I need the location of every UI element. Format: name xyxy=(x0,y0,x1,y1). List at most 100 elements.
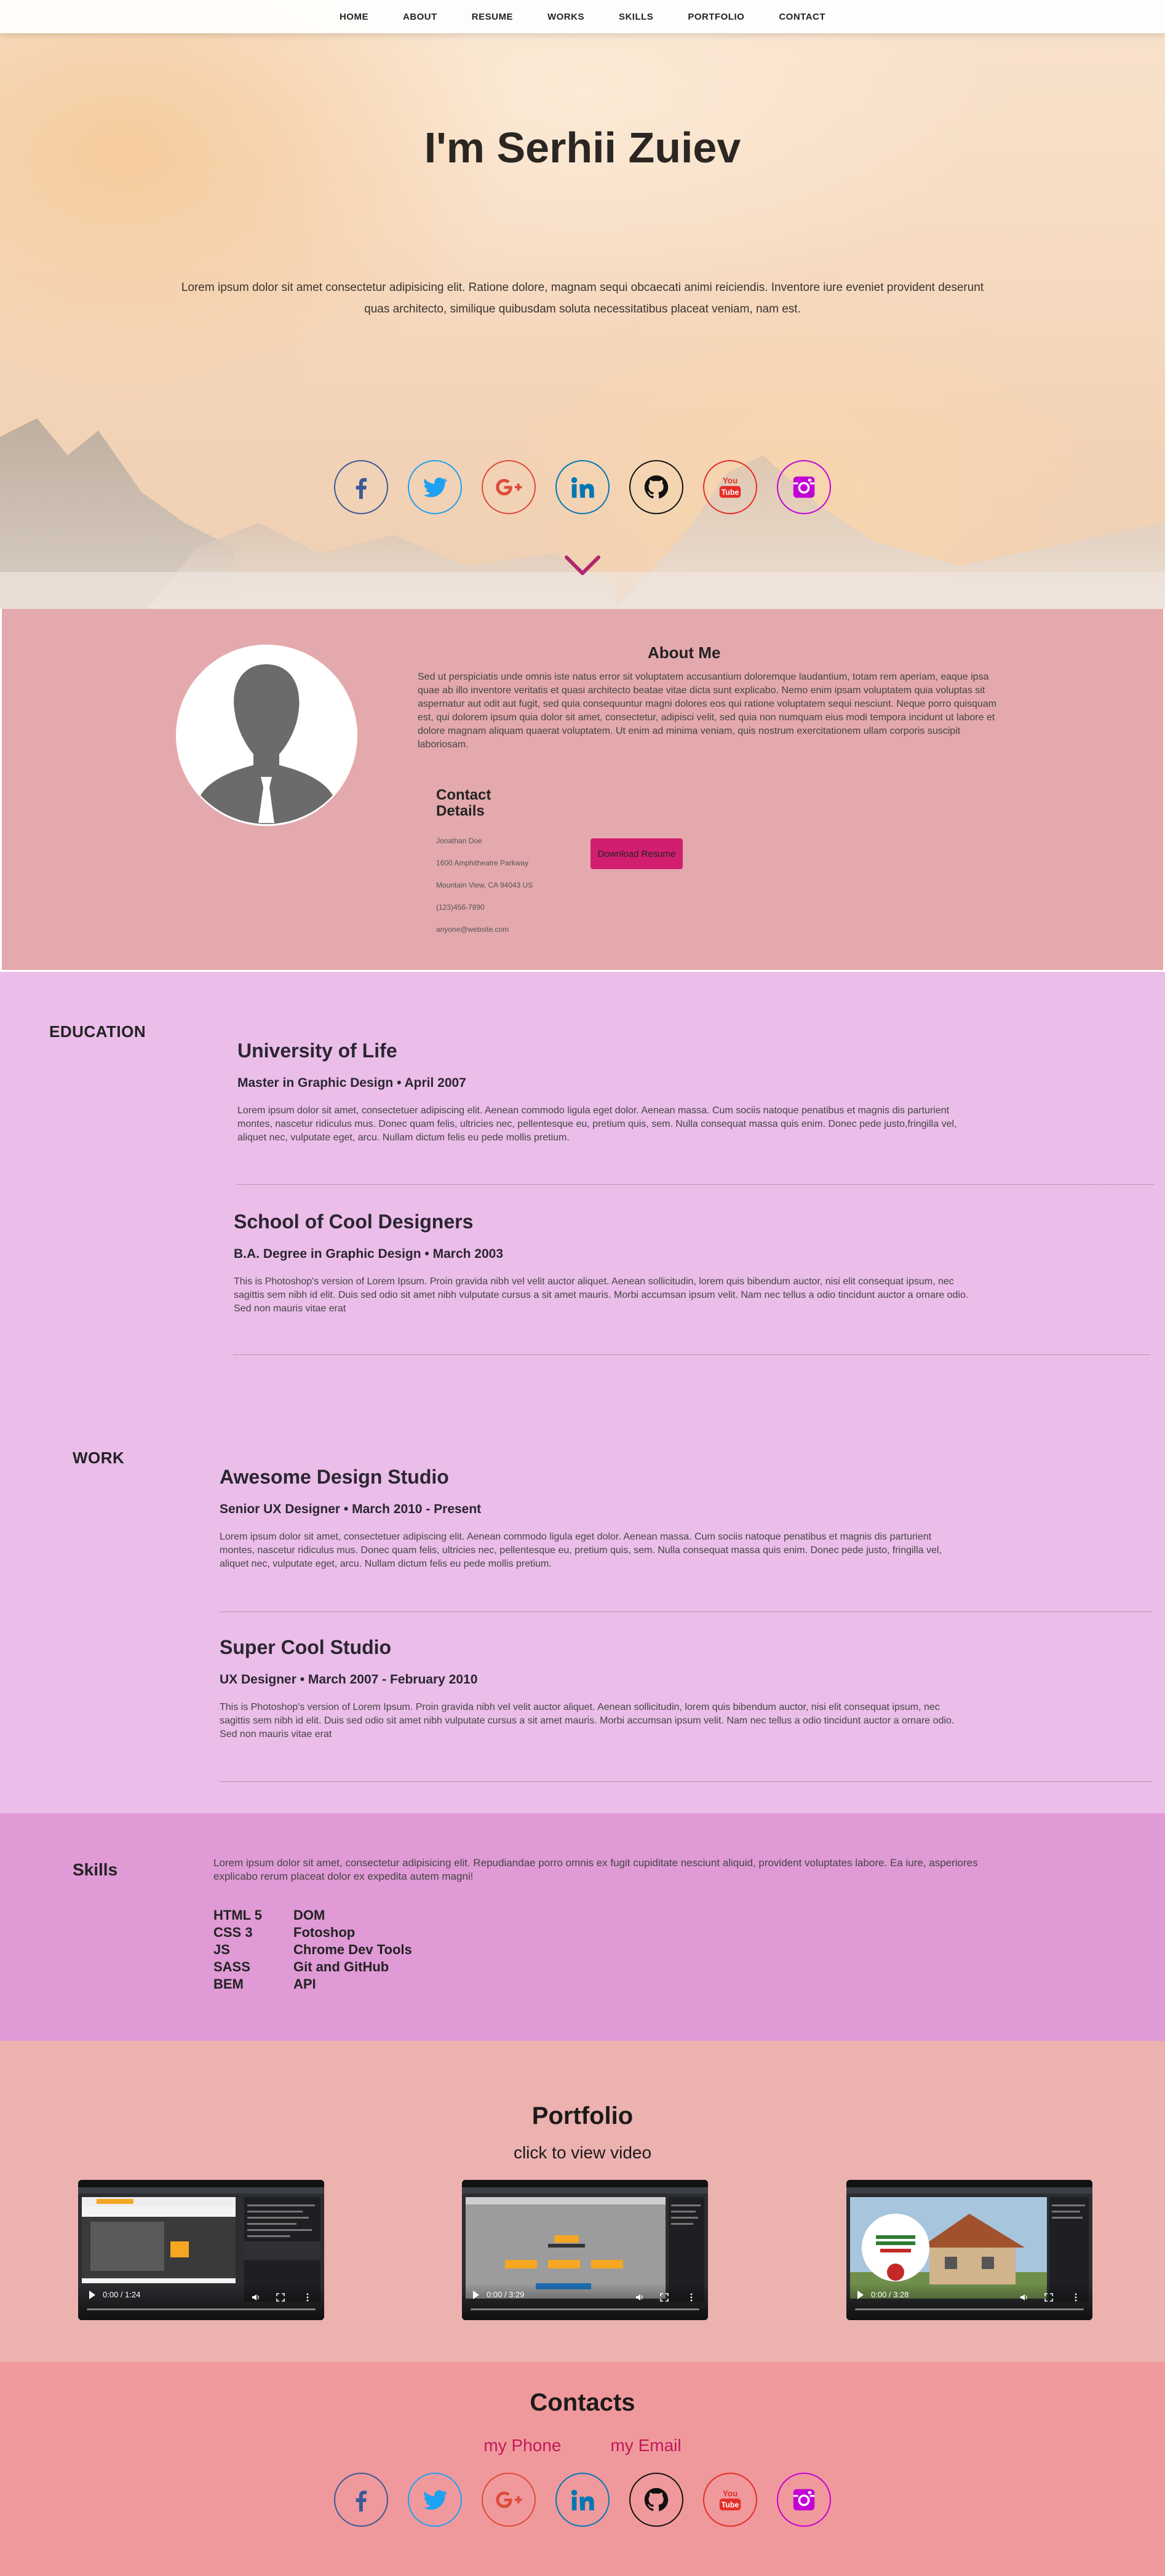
entry-text: This is Photoshop's version of Lorem Ips… xyxy=(234,1276,969,1314)
entry-info: Master in Graphic Design • April 2007 xyxy=(237,1076,466,1090)
portfolio-title: Portfolio xyxy=(531,2102,634,2129)
more-options-icon[interactable] xyxy=(687,2293,696,2302)
skill-item: HTML 5 xyxy=(213,1907,263,1923)
contacts-links: my Phone my Email xyxy=(0,2436,1165,2455)
play-icon[interactable] xyxy=(857,2291,864,2299)
skill-item: Git and GitHub xyxy=(293,1959,389,1974)
email-link[interactable]: my Email xyxy=(610,2436,681,2455)
education-entry: University of Life Master in Graphic Des… xyxy=(237,1040,1148,1145)
hero-text: Lorem ipsum dolor sit amet consectetur a… xyxy=(181,281,984,316)
contacts-section: Contacts my Phone my Email You Tube xyxy=(0,2362,1165,2576)
portfolio-video-1[interactable]: 0:00 / 1:24 xyxy=(78,2180,324,2320)
facebook-icon[interactable] xyxy=(334,2473,388,2527)
work-label: WORK xyxy=(73,1449,125,1467)
nav-about[interactable]: ABOUT xyxy=(403,12,437,22)
footer-socials: You Tube xyxy=(0,2473,1165,2527)
video-controls xyxy=(78,2283,324,2320)
more-options-icon[interactable] xyxy=(1072,2293,1080,2302)
work-entry: Awesome Design Studio Senior UX Designer… xyxy=(220,1466,1130,1571)
top-nav: HOME ABOUT RESUME WORKS SKILLS PORTFOLIO… xyxy=(0,0,1165,33)
contact-address: 1600 Amphitheatre Parkway xyxy=(436,859,529,867)
skills-list: HTML 5 DOM CSS 3 Fotoshop JS Chrome Dev … xyxy=(213,1908,453,1992)
entry-text: This is Photoshop's version of Lorem Ips… xyxy=(220,1702,955,1739)
nav-resume[interactable]: RESUME xyxy=(472,12,513,22)
education-label: EDUCATION xyxy=(49,1022,146,1041)
fullscreen-icon[interactable] xyxy=(276,2293,285,2302)
fullscreen-icon[interactable] xyxy=(660,2293,669,2302)
nav-home[interactable]: HOME xyxy=(340,12,368,22)
svg-text:Tube: Tube xyxy=(722,488,739,496)
skill-item: CSS 3 xyxy=(213,1925,253,1940)
hero-section: I'm Serhii Zuiev Lorem ipsum dolor sit a… xyxy=(0,0,1165,609)
about-section: About Me Sed ut perspiciatis unde omnis … xyxy=(0,609,1165,972)
about-text: Sed ut perspiciatis unde omnis iste natu… xyxy=(418,672,997,750)
nav-contact[interactable]: CONTACT xyxy=(779,12,825,22)
portfolio-video-2[interactable]: 0:00 / 3:29 xyxy=(462,2180,708,2320)
entry-title: School of Cool Designers xyxy=(234,1210,474,1233)
play-icon[interactable] xyxy=(473,2291,479,2299)
video-time: 0:00 / 3:29 xyxy=(487,2290,525,2299)
svg-text:You: You xyxy=(723,476,738,485)
contact-email: anyone@website.com xyxy=(436,925,509,934)
video-time: 0:00 / 3:28 xyxy=(871,2290,909,2299)
google-plus-icon[interactable] xyxy=(482,2473,536,2527)
nav-works[interactable]: WORKS xyxy=(547,12,584,22)
facebook-icon[interactable] xyxy=(334,460,388,514)
twitter-icon[interactable] xyxy=(408,2473,462,2527)
youtube-icon[interactable]: You Tube xyxy=(703,2473,757,2527)
skill-item: Chrome Dev Tools xyxy=(293,1942,412,1957)
linkedin-icon[interactable] xyxy=(555,460,610,514)
hero-socials: You Tube xyxy=(0,460,1165,514)
entry-text: Lorem ipsum dolor sit amet, consectetuer… xyxy=(220,1532,942,1569)
skill-item: Fotoshop xyxy=(293,1925,356,1940)
contacts-title: Contacts xyxy=(530,2389,635,2416)
volume-icon[interactable] xyxy=(252,2293,260,2302)
entry-title: University of Life xyxy=(237,1040,397,1062)
about-title: About Me xyxy=(648,643,721,662)
skill-item: BEM xyxy=(213,1976,244,1992)
video-progress-bar[interactable] xyxy=(471,2308,699,2310)
entry-title: Awesome Design Studio xyxy=(220,1466,449,1488)
entry-divider xyxy=(234,1354,1150,1355)
video-progress-bar[interactable] xyxy=(87,2308,316,2310)
contact-name: Jonathan Doe xyxy=(436,837,482,845)
instagram-icon[interactable] xyxy=(777,460,831,514)
more-options-icon[interactable] xyxy=(303,2293,312,2302)
portfolio-subtitle: click to view video xyxy=(513,2143,652,2162)
skill-item: API xyxy=(293,1976,316,1992)
github-icon[interactable] xyxy=(629,2473,683,2527)
github-icon[interactable] xyxy=(629,460,683,514)
fullscreen-icon[interactable] xyxy=(1044,2293,1053,2302)
linkedin-icon[interactable] xyxy=(555,2473,610,2527)
volume-icon[interactable] xyxy=(635,2293,644,2302)
nav-skills[interactable]: SKILLS xyxy=(619,12,653,22)
nav-portfolio[interactable]: PORTFOLIO xyxy=(688,12,744,22)
skills-section: Skills Lorem ipsum dolor sit amet, conse… xyxy=(0,1813,1165,2041)
work-entry: Super Cool Studio UX Designer • March 20… xyxy=(220,1636,1130,1741)
instagram-icon[interactable] xyxy=(777,2473,831,2527)
svg-text:You: You xyxy=(723,2489,738,2498)
youtube-icon[interactable]: You Tube xyxy=(703,460,757,514)
entry-title: Super Cool Studio xyxy=(220,1636,392,1658)
video-controls xyxy=(462,2283,708,2320)
twitter-icon[interactable] xyxy=(408,460,462,514)
phone-link[interactable]: my Phone xyxy=(483,2436,561,2455)
play-icon[interactable] xyxy=(89,2291,95,2299)
contact-city: Mountain View, CA 94043 US xyxy=(436,881,533,889)
video-progress-bar[interactable] xyxy=(855,2308,1084,2310)
google-plus-icon[interactable] xyxy=(482,460,536,514)
skills-text: Lorem ipsum dolor sit amet, consectetur … xyxy=(213,1857,978,1882)
contact-phone: (123)456-7890 xyxy=(436,903,485,912)
education-entry: School of Cool Designers B.A. Degree in … xyxy=(234,1210,1144,1316)
contact-details-list: Jonathan Doe 1600 Amphitheatre Parkway M… xyxy=(436,837,535,947)
download-resume-button[interactable]: Download Resume xyxy=(590,838,683,869)
entry-info: B.A. Degree in Graphic Design • March 20… xyxy=(234,1247,503,1261)
profile-avatar xyxy=(176,645,357,826)
skill-item: JS xyxy=(213,1942,230,1957)
volume-icon[interactable] xyxy=(1020,2293,1028,2302)
scroll-down-chevron-icon[interactable] xyxy=(564,554,601,578)
svg-text:Tube: Tube xyxy=(722,2500,739,2509)
entry-divider xyxy=(237,1184,1154,1185)
portfolio-video-3[interactable]: 0:00 / 3:28 xyxy=(846,2180,1092,2320)
skills-label: Skills xyxy=(73,1860,118,1879)
